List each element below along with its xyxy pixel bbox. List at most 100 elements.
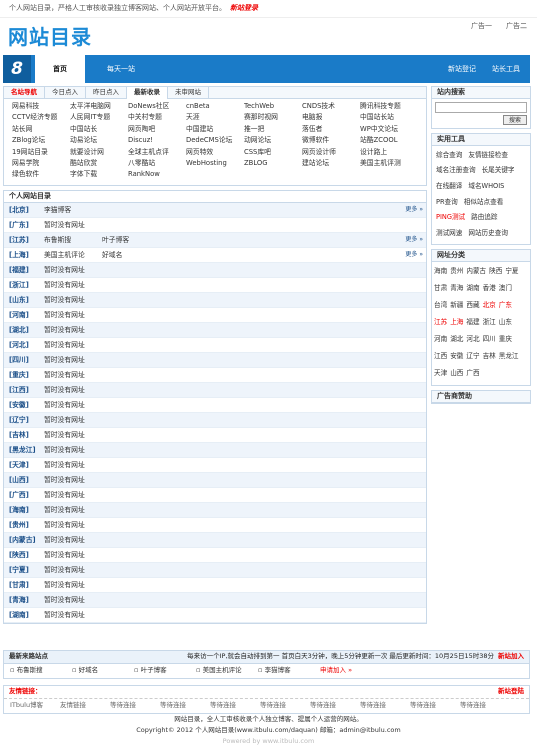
new-site-link[interactable]: ▫ 李猫博客	[258, 666, 320, 675]
area-link[interactable]: 陕西	[489, 267, 502, 276]
area-link[interactable]: 贵州	[450, 267, 463, 276]
famous-site-link[interactable]: cnBeta	[186, 102, 244, 113]
tool-link[interactable]: 长尾关键字	[482, 167, 515, 175]
famous-site-link[interactable]: 微博软件	[302, 136, 360, 147]
area-link[interactable]: 北京	[483, 301, 496, 310]
tool-link[interactable]: 在线翻译	[436, 182, 462, 191]
province-name[interactable]: [青海]	[4, 596, 34, 604]
friend-link[interactable]: 等待连接	[160, 701, 210, 710]
tool-link[interactable]: 域名WHOIS	[468, 182, 504, 191]
famous-site-link[interactable]: ZBLOG	[244, 159, 302, 170]
new-site-join-link[interactable]: 新站加入	[498, 652, 524, 661]
famous-site-link[interactable]: 就要设计网	[70, 148, 128, 159]
famous-site-link[interactable]: 网页陶吧	[128, 125, 186, 136]
area-link[interactable]: 河北	[466, 335, 479, 344]
tab-yesterday[interactable]: 昨日点入	[86, 86, 127, 99]
area-link[interactable]: 四川	[483, 335, 496, 344]
new-site-register-link[interactable]: 新站登陆	[498, 687, 524, 696]
famous-site-link[interactable]: 绿色软件	[12, 170, 70, 181]
area-link[interactable]: 福建	[466, 318, 479, 327]
province-name[interactable]: [贵州]	[4, 521, 34, 529]
famous-site-link[interactable]: 中国站长站	[360, 113, 418, 124]
province-name[interactable]: [山西]	[4, 476, 34, 484]
new-site-link[interactable]: ▫ 布鲁斯搜	[10, 666, 72, 675]
area-link[interactable]: 海南	[434, 267, 447, 276]
famous-site-link[interactable]: Discuz!	[128, 136, 186, 147]
nav-submit-site[interactable]: 新站登记	[448, 65, 476, 73]
famous-site-link[interactable]: 建站论坛	[302, 159, 360, 170]
tab-latest[interactable]: 最新收录	[127, 86, 168, 99]
area-link[interactable]: 江西	[434, 352, 447, 361]
ad-link-1[interactable]: 广告一	[471, 22, 492, 30]
tab-pending[interactable]: 未审网站	[168, 86, 209, 99]
area-link[interactable]: 重庆	[499, 335, 512, 344]
area-link[interactable]: 广西	[466, 369, 479, 378]
site-link[interactable]: 布鲁斯搜	[44, 236, 102, 244]
province-name[interactable]: [湖北]	[4, 326, 34, 334]
famous-site-link[interactable]: 设计路上	[360, 148, 418, 159]
province-name[interactable]: [北京]	[4, 206, 34, 214]
area-link[interactable]: 西藏	[466, 301, 479, 310]
new-site-name[interactable]: 好域名	[79, 666, 99, 674]
province-name[interactable]: [重庆]	[4, 371, 34, 379]
area-link[interactable]: 山西	[450, 369, 463, 378]
famous-site-link[interactable]: 站酷ZCOOL	[360, 136, 418, 147]
tool-link[interactable]: 路由追踪	[471, 213, 497, 222]
login-link[interactable]: 新站登录	[230, 4, 258, 12]
province-name[interactable]: [四川]	[4, 356, 34, 364]
famous-site-link[interactable]: 动网论坛	[244, 136, 302, 147]
province-name[interactable]: [福建]	[4, 266, 34, 274]
area-link[interactable]: 上海	[450, 318, 463, 327]
area-link[interactable]: 新疆	[450, 301, 463, 310]
province-name[interactable]: [浙江]	[4, 281, 34, 289]
province-name[interactable]: [江苏]	[4, 236, 34, 244]
site-link[interactable]: 美国主机评论	[44, 251, 102, 259]
area-link[interactable]: 湖南	[466, 284, 479, 293]
province-name[interactable]: [内蒙古]	[4, 536, 36, 544]
area-link[interactable]: 安徽	[450, 352, 463, 361]
tool-link[interactable]: 域名注册查询	[436, 167, 476, 175]
area-link[interactable]: 甘肃	[434, 284, 447, 293]
province-name[interactable]: [广西]	[4, 491, 34, 499]
friend-link[interactable]: 友情链接	[60, 701, 110, 710]
area-link[interactable]: 辽宁	[466, 352, 479, 361]
nav-home[interactable]: 首页	[35, 55, 85, 83]
area-link[interactable]: 青海	[450, 284, 463, 293]
tool-link[interactable]: 测试网速	[436, 229, 462, 238]
province-name[interactable]: [河北]	[4, 341, 34, 349]
nav-webmaster-tools[interactable]: 站长工具	[492, 65, 520, 73]
area-link[interactable]: 河南	[434, 335, 447, 344]
famous-site-link[interactable]: 中国站长	[70, 125, 128, 136]
friend-link[interactable]: 等待连接	[210, 701, 260, 710]
province-name[interactable]: [宁夏]	[4, 566, 34, 574]
province-name[interactable]: [山东]	[4, 296, 34, 304]
area-link[interactable]: 江苏	[434, 318, 447, 327]
famous-site-link[interactable]: 动易论坛	[70, 136, 128, 147]
tool-link[interactable]: 网站历史查询	[468, 229, 508, 238]
area-link[interactable]: 内蒙古	[466, 267, 486, 276]
tab-famous[interactable]: 名站导航	[4, 86, 45, 99]
famous-site-link[interactable]: RankNow	[128, 170, 186, 181]
province-name[interactable]: [黑龙江]	[4, 446, 36, 454]
province-name[interactable]: [广东]	[4, 221, 34, 229]
new-site-link[interactable]: ▫ 美国主机评论	[196, 666, 258, 675]
area-link[interactable]: 吉林	[483, 352, 496, 361]
famous-site-link[interactable]: 网页特效	[186, 148, 244, 159]
famous-site-link[interactable]: 落伍者	[302, 125, 360, 136]
tool-link[interactable]: PING测试	[436, 213, 465, 222]
friend-link[interactable]: 等待连接	[360, 701, 410, 710]
famous-site-link[interactable]: 电脑报	[302, 113, 360, 124]
area-link[interactable]: 澳门	[499, 284, 512, 293]
province-name[interactable]: [陕西]	[4, 551, 34, 559]
tool-link[interactable]: 综合查询	[436, 151, 462, 160]
famous-site-link[interactable]: 网易学院	[12, 159, 70, 170]
province-name[interactable]: [江西]	[4, 386, 34, 394]
province-name[interactable]: [海南]	[4, 506, 34, 514]
famous-site-link[interactable]: 赛那时视网	[244, 113, 302, 124]
area-link[interactable]: 黑龙江	[499, 352, 519, 361]
friend-link[interactable]: 等待连接	[260, 701, 310, 710]
new-site-name[interactable]: 布鲁斯搜	[17, 666, 43, 674]
famous-site-link[interactable]: 站长网	[12, 125, 70, 136]
new-site-name[interactable]: 叶子博客	[141, 666, 167, 674]
site-logo[interactable]: 网站目录	[8, 25, 92, 49]
